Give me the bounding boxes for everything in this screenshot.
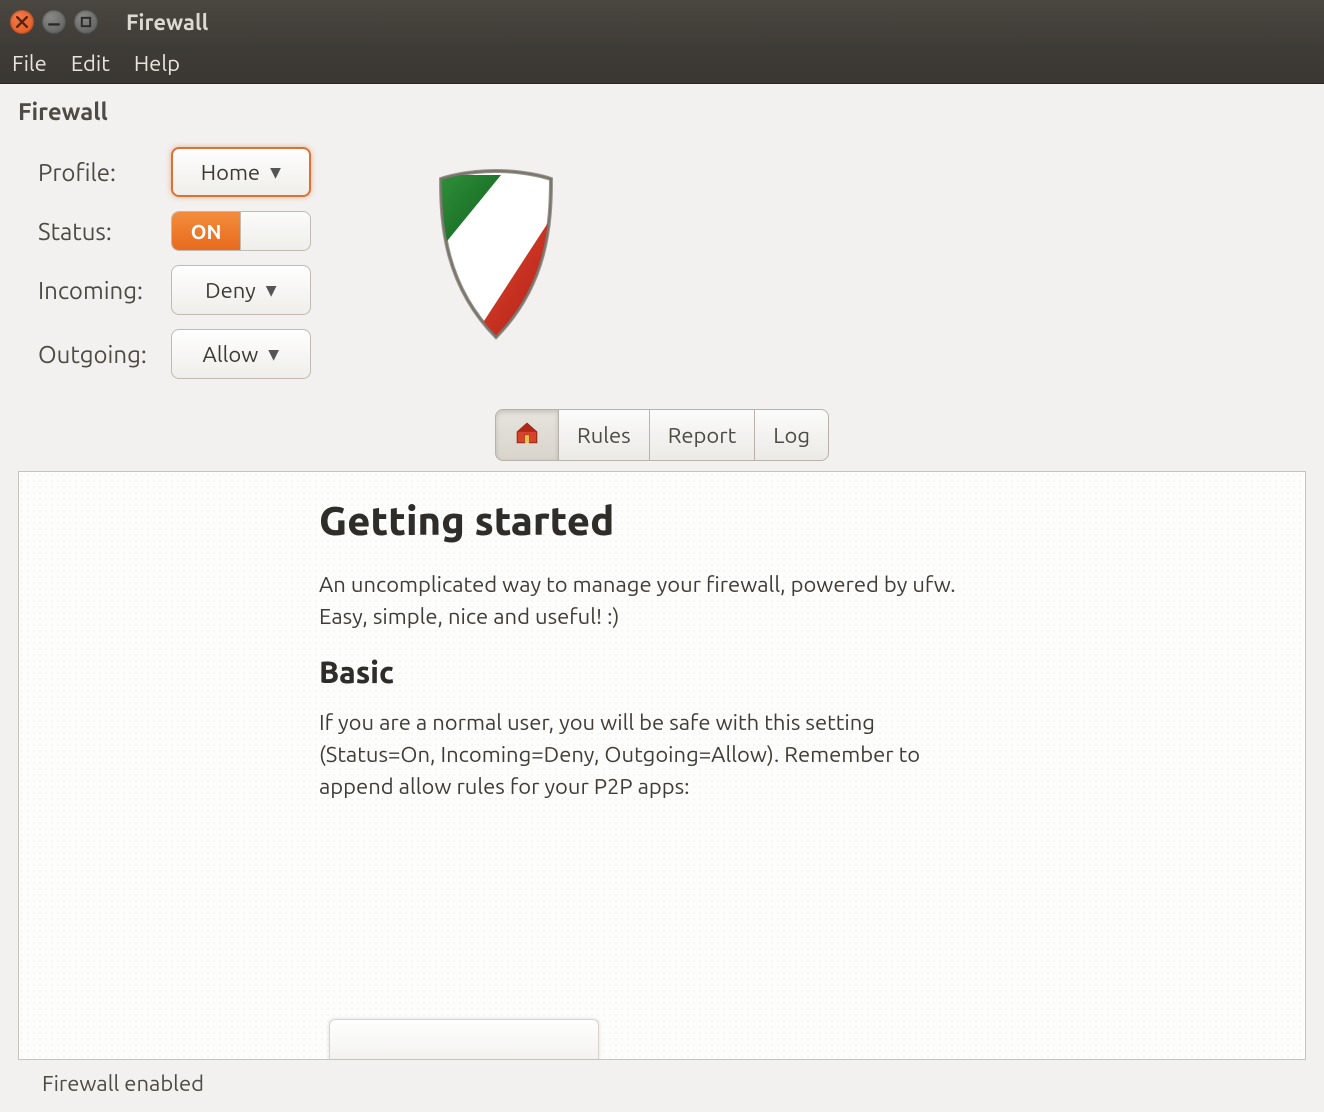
statusbar: Firewall enabled	[18, 1060, 1306, 1106]
menu-help[interactable]: Help	[134, 51, 180, 76]
incoming-dropdown[interactable]: Deny ▼	[171, 265, 311, 315]
incoming-label: Incoming:	[38, 277, 147, 304]
content-area: Firewall Profile: Home ▼ Status: ON Inco…	[0, 84, 1324, 1112]
status-text: Firewall enabled	[42, 1071, 204, 1096]
document-content: Getting started An uncomplicated way to …	[319, 498, 959, 802]
tab-report[interactable]: Report	[650, 409, 756, 461]
tab-report-label: Report	[668, 423, 737, 448]
shield-icon	[421, 165, 571, 349]
doc-title: Getting started	[319, 498, 959, 543]
incoming-value: Deny	[205, 278, 256, 303]
doc-intro: An uncomplicated way to manage your fire…	[319, 569, 959, 633]
window-maximize-button[interactable]	[74, 10, 98, 34]
doc-inline-image	[329, 1019, 599, 1059]
status-toggle[interactable]: ON	[171, 211, 311, 251]
home-icon	[514, 420, 540, 451]
chevron-down-icon: ▼	[268, 346, 279, 363]
outgoing-value: Allow	[203, 342, 259, 367]
document-panel[interactable]: Getting started An uncomplicated way to …	[18, 471, 1306, 1060]
doc-basic-heading: Basic	[319, 655, 959, 689]
tabs: Rules Report Log	[18, 409, 1306, 461]
chevron-down-icon: ▼	[266, 282, 277, 299]
maximize-icon	[80, 16, 92, 28]
doc-basic-body: If you are a normal user, you will be sa…	[319, 707, 959, 803]
status-label: Status:	[38, 218, 147, 245]
tab-rules[interactable]: Rules	[559, 409, 650, 461]
menu-edit[interactable]: Edit	[71, 51, 110, 76]
tab-log-label: Log	[773, 423, 810, 448]
minimize-icon	[48, 16, 60, 28]
window-minimize-button[interactable]	[42, 10, 66, 34]
menu-file[interactable]: File	[12, 51, 47, 76]
chevron-down-icon: ▼	[270, 164, 281, 181]
profile-value: Home	[201, 160, 260, 185]
profile-dropdown[interactable]: Home ▼	[171, 147, 311, 197]
window-title: Firewall	[126, 10, 208, 35]
window-close-button[interactable]	[10, 10, 34, 34]
menubar: File Edit Help	[0, 44, 1324, 84]
tab-home[interactable]	[495, 409, 559, 461]
outgoing-dropdown[interactable]: Allow ▼	[171, 329, 311, 379]
titlebar: Firewall	[0, 0, 1324, 44]
profile-label: Profile:	[38, 159, 147, 186]
tab-log[interactable]: Log	[755, 409, 829, 461]
status-on-text: ON	[172, 212, 242, 250]
section-title: Firewall	[18, 98, 1306, 125]
tab-rules-label: Rules	[577, 423, 631, 448]
outgoing-label: Outgoing:	[38, 341, 147, 368]
close-icon	[16, 16, 28, 28]
settings-grid: Profile: Home ▼ Status: ON Incoming: Den…	[38, 147, 311, 379]
status-off-part	[241, 212, 310, 250]
